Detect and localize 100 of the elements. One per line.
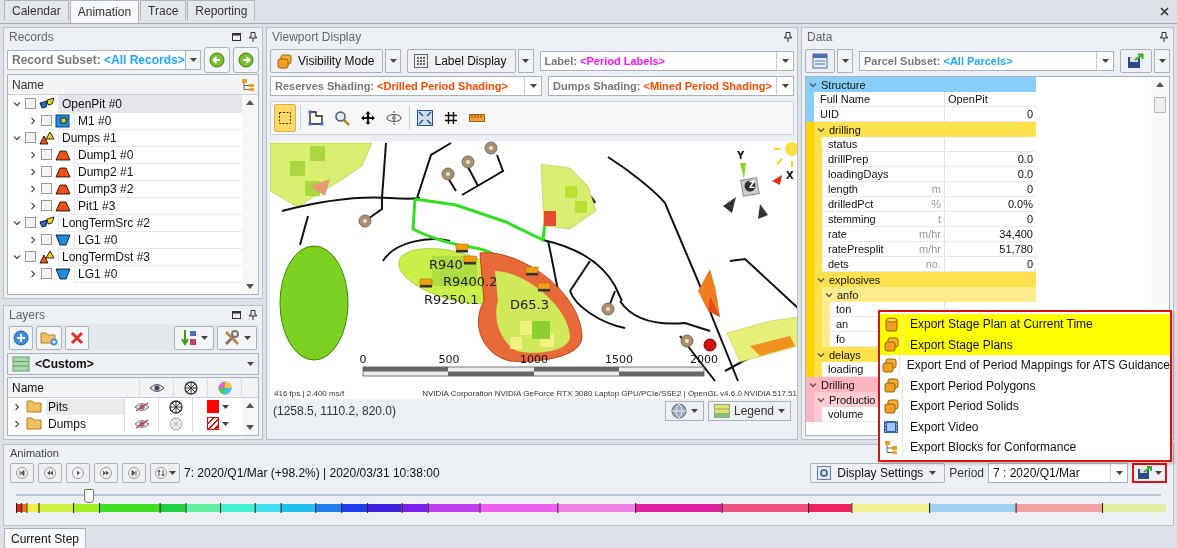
export-button[interactable] (1132, 463, 1167, 483)
legend-button[interactable]: Legend (707, 401, 791, 421)
checkbox[interactable] (25, 217, 36, 228)
dropdown-arrow-icon[interactable] (221, 404, 229, 409)
pin-icon[interactable] (784, 32, 792, 42)
scroll-down-icon[interactable] (246, 284, 254, 289)
scroll-up-icon[interactable] (246, 403, 254, 408)
layer-scheme-dropdown[interactable]: <Custom> (7, 353, 259, 375)
layer-item[interactable]: Dumps (46, 415, 124, 432)
scroll-up-icon[interactable] (246, 100, 254, 105)
checkbox[interactable] (41, 200, 52, 211)
chevron-icon[interactable] (28, 115, 38, 126)
dropdown-arrow-icon[interactable] (201, 335, 208, 340)
add-folder-button[interactable] (36, 325, 62, 350)
tab[interactable]: Calendar (4, 0, 69, 20)
pin-icon[interactable] (1160, 32, 1168, 42)
close-icon[interactable] (1160, 7, 1169, 16)
label-dropdown[interactable]: Label: <Period Labels> (539, 51, 794, 71)
dropdown-arrow-icon[interactable] (189, 58, 197, 62)
next-button[interactable] (233, 47, 259, 73)
chevron-icon[interactable] (28, 149, 38, 160)
checkbox[interactable] (25, 98, 36, 109)
dropdown-arrow-icon[interactable] (390, 59, 397, 63)
speed-button[interactable] (150, 463, 180, 483)
playback-button[interactable] (94, 463, 118, 483)
scroll-up-icon[interactable] (1156, 82, 1164, 87)
dropdown-arrow-icon[interactable] (781, 59, 789, 63)
dropdown-arrow-icon[interactable] (1101, 59, 1109, 63)
tools-button[interactable] (217, 325, 257, 350)
menu-item[interactable]: Export End of Period Mappings for ATS Guidance (880, 355, 1170, 376)
scroll-down-icon[interactable] (246, 425, 254, 430)
globe-button[interactable] (664, 401, 704, 421)
chevron-icon[interactable] (28, 234, 38, 245)
checkbox[interactable] (25, 251, 36, 262)
menu-item[interactable]: Export Period Solids (880, 396, 1170, 417)
delete-button[interactable] (65, 325, 89, 350)
hidden-eye-icon[interactable] (133, 418, 150, 429)
dropdown-arrow-icon[interactable] (778, 409, 785, 413)
chevron-icon[interactable] (28, 200, 38, 211)
checkbox[interactable] (41, 234, 52, 245)
previous-button[interactable] (204, 47, 230, 73)
maximize-icon[interactable] (232, 311, 241, 319)
scrollbar[interactable] (242, 95, 258, 294)
menu-item[interactable]: Export Video (880, 416, 1170, 437)
wheel-icon[interactable] (168, 399, 183, 414)
menu-item[interactable]: Export Stage Plan at Current Time (880, 314, 1170, 335)
pin-icon[interactable] (249, 310, 257, 320)
color-swatch[interactable] (206, 417, 219, 430)
maximize-icon[interactable] (232, 33, 241, 41)
dropdown-arrow-icon[interactable] (529, 84, 537, 88)
playback-button[interactable] (38, 463, 62, 483)
tree-item[interactable]: LG1 #0 (74, 264, 242, 283)
dropdown-arrow-icon[interactable] (1115, 471, 1123, 475)
color-swatch[interactable] (206, 400, 219, 413)
menu-item[interactable]: Export Stage Plans (880, 334, 1170, 355)
dropdown-arrow-icon[interactable] (841, 59, 849, 63)
tab[interactable]: Reporting (187, 0, 256, 20)
tab[interactable]: Animation (69, 0, 140, 23)
dropdown-arrow-icon[interactable] (247, 362, 254, 366)
dropdown-arrow-icon[interactable] (522, 59, 530, 63)
chevron-icon[interactable] (28, 183, 38, 194)
scroll-thumb[interactable] (1154, 97, 1166, 113)
tab[interactable]: Trace (140, 0, 187, 20)
display-settings-button[interactable]: Display Settings (810, 463, 946, 483)
checkbox[interactable] (41, 183, 52, 194)
chevron-icon[interactable] (28, 268, 38, 279)
checkbox[interactable] (41, 149, 52, 160)
dropdown-arrow-icon[interactable] (929, 471, 937, 475)
pin-icon[interactable] (249, 32, 257, 42)
playback-button[interactable] (122, 463, 146, 483)
checkbox[interactable] (41, 268, 52, 279)
record-subset-dropdown[interactable]: Record Subset: <All Records> (7, 50, 186, 70)
period-dropdown[interactable]: 7 : 2020/Q1/Mar (988, 463, 1128, 483)
layer-item[interactable]: Pits (46, 398, 124, 415)
sort-button[interactable] (174, 325, 214, 350)
dropdown-arrow-icon[interactable] (781, 84, 789, 88)
chevron-icon[interactable] (12, 418, 22, 429)
checkbox[interactable] (41, 166, 52, 177)
visibility-mode-button[interactable]: Visibility Mode (270, 49, 384, 73)
dropdown-arrow-icon[interactable] (1158, 59, 1166, 63)
reserves-shading-dropdown[interactable]: Reserves Shading: <Drilled Period Shading> (270, 76, 542, 96)
dropdown-arrow-icon[interactable] (690, 409, 698, 413)
parcel-subset-dropdown[interactable]: Parcel Subset: <All Parcels> (859, 51, 1114, 71)
menu-item[interactable]: Export Blocks for Conformance (880, 437, 1170, 458)
dropdown-arrow-icon[interactable] (168, 471, 176, 475)
scrollbar[interactable] (242, 398, 258, 435)
dropdown-arrow-icon[interactable] (221, 421, 229, 426)
timeline-thumb[interactable] (84, 489, 95, 503)
checkbox[interactable] (25, 132, 36, 143)
menu-item[interactable]: Export Period Polygons (880, 375, 1170, 396)
dropdown-arrow-icon[interactable] (1155, 471, 1162, 475)
chevron-icon[interactable] (28, 166, 38, 177)
add-layer-button[interactable] (9, 325, 33, 350)
tab[interactable]: Current Step (4, 528, 87, 548)
chevron-icon[interactable] (12, 401, 22, 412)
dumps-shading-dropdown[interactable]: Dumps Shading: <Mined Period Shading> (548, 76, 794, 96)
view-button[interactable] (805, 49, 835, 73)
dropdown-arrow-icon[interactable] (244, 335, 251, 340)
tool-button[interactable] (274, 104, 296, 132)
playback-button[interactable] (10, 463, 34, 483)
